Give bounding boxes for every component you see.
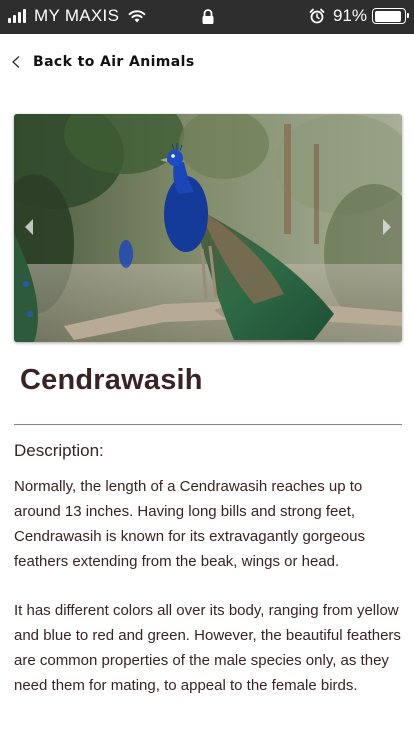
alarm-icon	[309, 8, 325, 24]
page-title: Cendrawasih	[20, 364, 203, 396]
description-label: Description:	[14, 441, 104, 460]
status-left: MY MAXIS	[8, 6, 147, 26]
status-right: 91%	[309, 6, 409, 26]
arrow-right-icon[interactable]	[382, 218, 392, 236]
status-bar: MY MAXIS 91%	[0, 0, 414, 34]
divider	[14, 424, 402, 425]
description-paragraph-1: Normally, the length of a Cendrawasih re…	[14, 478, 366, 570]
back-link[interactable]: Back to Air Animals	[10, 54, 195, 70]
battery-icon	[372, 8, 409, 24]
chevron-left-icon	[12, 56, 20, 68]
description-paragraph-2: It has different colors all over its bod…	[14, 602, 401, 694]
signal-icon	[8, 9, 28, 23]
arrow-left-icon[interactable]	[24, 218, 34, 236]
peacock-photo	[14, 114, 402, 342]
carrier-name: MY MAXIS	[34, 6, 120, 25]
lock-icon	[202, 9, 214, 24]
battery-fill	[374, 10, 401, 22]
hero-image[interactable]	[14, 114, 402, 342]
battery-percent: 91%	[332, 6, 367, 25]
back-link-label: Back to Air Animals	[33, 54, 195, 70]
wifi-icon	[128, 10, 146, 23]
